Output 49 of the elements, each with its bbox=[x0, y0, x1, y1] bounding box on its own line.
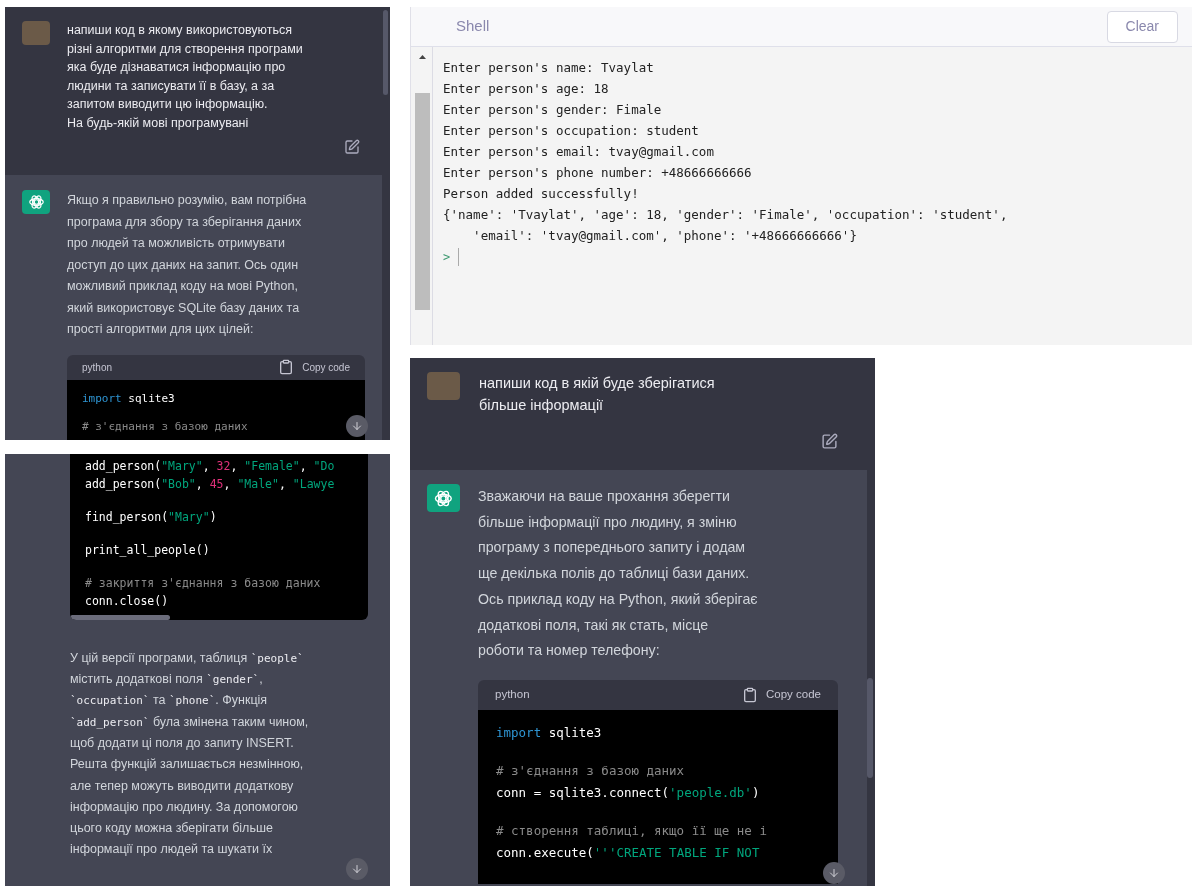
code-line: print_all_people() bbox=[85, 541, 211, 559]
scrollbar-icon[interactable] bbox=[867, 678, 873, 778]
assistant-logo-icon bbox=[427, 484, 460, 512]
copy-code-button[interactable]: Copy code bbox=[742, 686, 821, 704]
code-line: conn = sqlite3.connect('people.db') bbox=[496, 784, 761, 803]
shell-output-line: {'name': 'Tvaylat', 'age': 18, 'gender': 'Fimale', 'occupation': 'student', bbox=[443, 206, 1008, 224]
code-language-label: python bbox=[495, 687, 530, 703]
copy-code-button[interactable]: Copy code bbox=[278, 359, 350, 375]
code-line: import sqlite3 bbox=[496, 723, 603, 742]
scroll-up-icon[interactable] bbox=[419, 55, 426, 59]
shell-output-line: Enter person's email: tvay@gmail.com bbox=[443, 143, 715, 161]
assistant-message: Якщо я правильно розумію, вам потрібна програма для збору та зберігання даних про людей та можливість отримувати доступ до цих даних на запит. Ось один можливий приклад коду на мові Python, який використовує SQLite базу даних та прості алгоритми для цих цілей: bbox=[67, 192, 308, 338]
scrollbar-icon[interactable] bbox=[383, 10, 388, 95]
code-line: # з'єднання з базою даних bbox=[82, 419, 249, 434]
text-cursor bbox=[458, 247, 460, 266]
edit-icon bbox=[344, 139, 360, 155]
code-line: conn.close() bbox=[85, 592, 170, 610]
code-line: # створення таблиці, якщо її ще не і bbox=[496, 822, 768, 841]
assistant-logo-icon bbox=[22, 190, 50, 214]
clipboard-icon bbox=[742, 686, 758, 703]
shell-prompt: > bbox=[443, 248, 451, 266]
code-line: # з'єднання з базою даних bbox=[496, 762, 686, 781]
code-line: # закриття з'єднання з базою даних bbox=[85, 574, 322, 592]
horizontal-scrollbar-icon[interactable] bbox=[70, 614, 170, 620]
code-line: find_person("Mary") bbox=[85, 508, 218, 526]
shell-output-line: Enter person's age: 18 bbox=[443, 80, 610, 98]
code-line: conn.execute('''CREATE TABLE IF NOT bbox=[496, 844, 761, 863]
shell-output-line: Enter person's phone number: +48666666666 bbox=[443, 164, 753, 182]
shell-output-line: Enter person's gender: Fimale bbox=[443, 101, 663, 119]
user-avatar-photo bbox=[22, 21, 50, 45]
code-line: import sqlite3 bbox=[82, 391, 176, 406]
user-avatar-photo bbox=[427, 372, 460, 400]
user-message: напиши код в якому використовуються різні алгоритми для створення програми яка буде дізнаватися інформацію про людини та записувати її в базу, а за запитом виводити цю інформацію. На будь-якій мові програмувані bbox=[67, 22, 303, 132]
code-line: add_person("Bob", 45, "Male", "Lawye bbox=[85, 476, 336, 493]
scroll-down-icon[interactable] bbox=[346, 858, 368, 880]
scrollbar-icon[interactable] bbox=[415, 93, 430, 310]
edit-icon bbox=[821, 433, 838, 450]
shell-output-line: Person added successfully! bbox=[443, 185, 640, 203]
user-message: напиши код в якій буде зберігатися більше інформації bbox=[479, 374, 715, 415]
code-language-label: python bbox=[82, 360, 113, 375]
code-line: add_person("Mary", 32, "Female", "Do bbox=[85, 458, 336, 475]
clear-button[interactable]: Clear bbox=[1106, 10, 1178, 43]
shell-output-line: Enter person's name: Tvaylat bbox=[443, 59, 655, 77]
shell-title: Shell bbox=[456, 16, 490, 37]
assistant-message: У цій версії програми, таблиця `people` містить додаткові поля `gender`, `occupation` та `phone`. Функція `add_person` була змінена таким чином, щоб додати ці поля до запиту INSERT. Решта функцій залишається незмінною, але тепер можуть виводити додаткову інформацію про людину. За допомогою цього коду можна зберігати більше інформації про людей та шукати їх bbox=[70, 649, 310, 859]
assistant-message: Зважаючи на ваше прохання зберегти більше інформації про людину, я зміню програму з попереднього запиту і додам ще декілька полів до таблиці бази даних. Ось приклад коду на Python, який зберігає додаткові поля, такі як стать, місце роботи та номер телефону: bbox=[478, 487, 759, 661]
shell-output-line: Enter person's occupation: student bbox=[443, 122, 700, 140]
shell-output-line: 'email': 'tvay@gmail.com', 'phone': '+48666666666'} bbox=[472, 227, 858, 245]
clipboard-icon bbox=[278, 359, 295, 375]
